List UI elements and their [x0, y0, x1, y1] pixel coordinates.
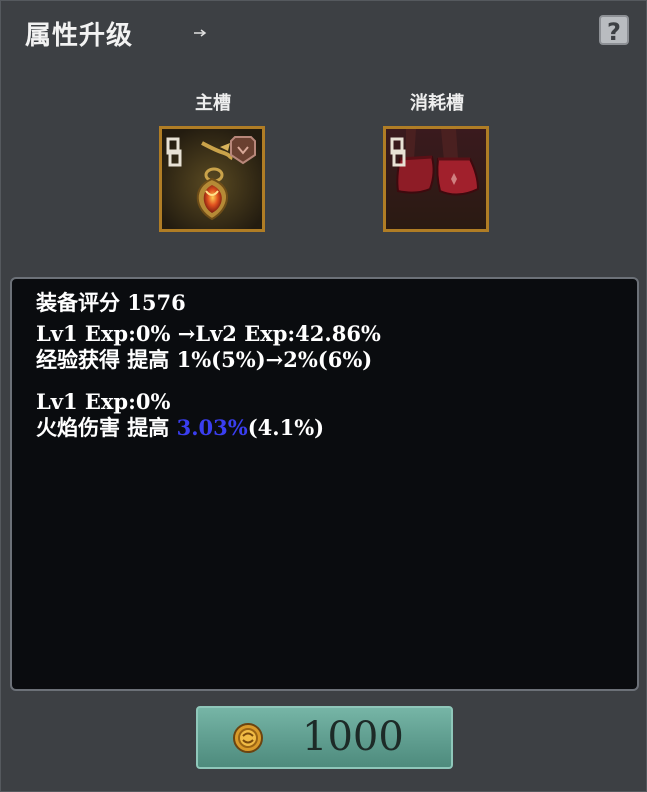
stats-info-panel: 装备评分 1576 Lv1 Exp:0% →Lv2 Exp:42.86% 经验获…	[10, 277, 639, 691]
consume-slot[interactable]	[383, 126, 489, 232]
cost-amount: 1000	[302, 714, 404, 760]
window-title: 属性升级	[25, 21, 134, 51]
attribute-upgrade-window: 属性升级 ? 主槽 消耗槽 装备评分 1576 Lv1 Exp:0% →Lv2 …	[0, 0, 647, 792]
help-button[interactable]: ?	[599, 15, 629, 46]
upgrade-cost-button[interactable]: 1000	[196, 706, 453, 769]
equipment-score: 装备评分 1576	[36, 290, 186, 315]
exp-progress-line: Lv1 Exp:0% →Lv2 Exp:42.86%	[36, 321, 381, 346]
exp-gain-bonus-line: 经验获得 提高 1%(5%)→2%(6%)	[36, 347, 373, 372]
consume-slot-label: 消耗槽	[410, 93, 464, 114]
fire-damage-line: 火焰伤害 提高 3.03%(4.1%)	[36, 412, 324, 442]
sub-exp-line: Lv1 Exp:0%	[36, 389, 171, 414]
red-boots-icon	[386, 129, 486, 229]
fire-damage-value: 3.03%	[176, 415, 248, 440]
fire-damage-max: (4.1%)	[247, 415, 325, 440]
fire-damage-label: 火焰伤害 提高	[36, 415, 177, 440]
gold-coin-icon	[233, 723, 263, 753]
main-slot[interactable]	[159, 126, 265, 232]
main-slot-label: 主槽	[195, 93, 231, 114]
amulet-icon	[162, 129, 262, 229]
small-arrow-icon	[194, 29, 207, 37]
help-icon: ?	[607, 18, 621, 46]
